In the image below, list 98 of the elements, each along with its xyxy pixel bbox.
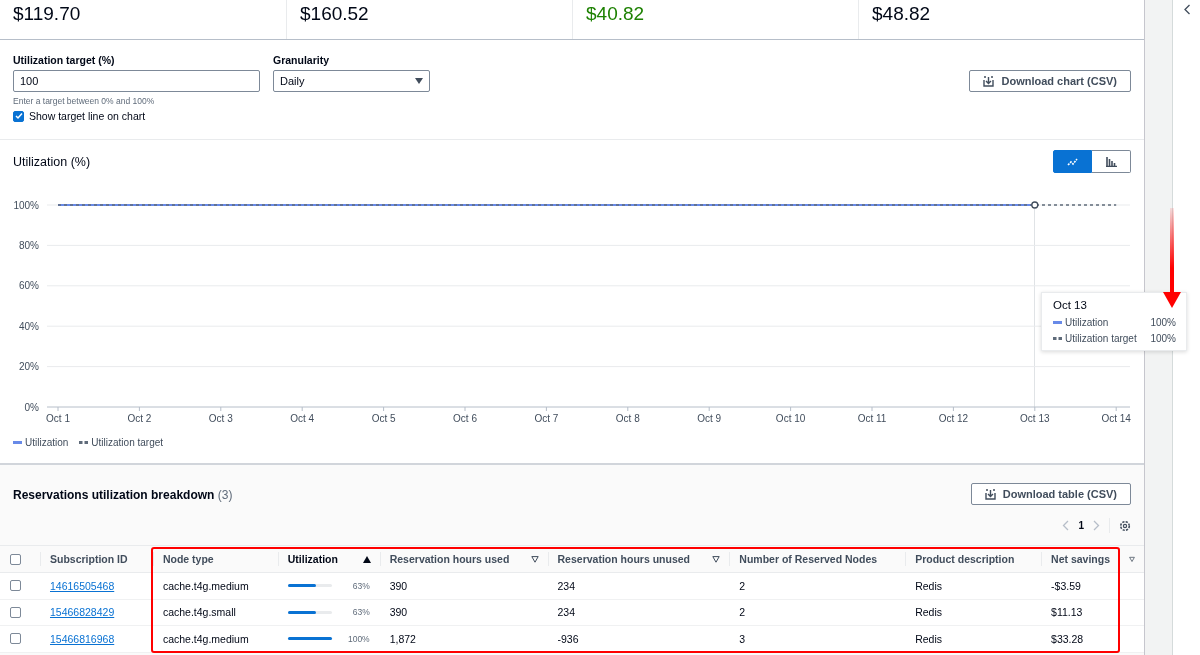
x-tick-label: Oct 9: [697, 413, 722, 424]
checkbox[interactable]: [10, 553, 21, 565]
collapse-panel-icon[interactable]: [1182, 4, 1191, 15]
table-cell: 1,872: [389, 632, 416, 645]
field-label: Utilization target (%): [13, 54, 116, 66]
x-tick-label: Oct 1: [46, 413, 70, 424]
y-tick-label: 20%: [19, 361, 39, 373]
summary-value: $40.82: [586, 3, 645, 24]
legend-label: Utilization target: [91, 437, 164, 448]
x-tick-label: Oct 6: [453, 413, 477, 424]
column-header: Number of Reserved Nodes: [739, 553, 878, 565]
y-tick-label: 80%: [19, 239, 39, 251]
y-tick-label: 0%: [24, 401, 39, 413]
settings-icon[interactable]: [1119, 519, 1131, 532]
hover-point-marker: [1031, 201, 1039, 209]
table-cell: 3: [739, 632, 746, 645]
checkbox[interactable]: [10, 633, 21, 645]
checkbox[interactable]: [10, 580, 21, 592]
table-cell: 234: [557, 579, 576, 592]
column-header: Reservation hours unused: [557, 553, 690, 565]
subscription-link[interactable]: 15466828429: [50, 606, 115, 619]
checkbox-label: Show target line on chart: [29, 110, 146, 122]
table-cell: 234: [557, 606, 576, 619]
legend-dashed-icon: [1053, 337, 1062, 340]
caret-icon: [415, 78, 423, 84]
table-cell: 2: [739, 606, 746, 619]
summary-value: $160.52: [300, 3, 369, 24]
sort-icon[interactable]: [530, 555, 539, 563]
line-chart-icon: [1067, 157, 1078, 166]
table-cell: 390: [389, 579, 408, 592]
x-tick-label: Oct 8: [615, 413, 640, 424]
field-hint: Enter a target between 0% and 100%: [13, 96, 156, 106]
table-cell: Redis: [915, 632, 943, 645]
legend-dashed-icon: [79, 441, 89, 444]
target-input[interactable]: 100: [13, 70, 260, 92]
column-header: Utilization: [287, 553, 338, 565]
x-tick-label: Oct 10: [775, 413, 806, 424]
download-table-button[interactable]: Download table (CSV): [970, 483, 1131, 505]
utilization-bar: [287, 637, 332, 641]
utilization-bar: [287, 610, 332, 614]
x-tick-label: Oct 5: [371, 413, 396, 424]
download-chart-button[interactable]: Download chart (CSV): [969, 70, 1131, 92]
page-number[interactable]: 1: [1078, 520, 1084, 531]
tooltip-label: Utilization target: [1065, 333, 1138, 344]
summary-value: $48.82: [872, 3, 931, 24]
x-tick-label: Oct 13: [1020, 413, 1050, 424]
table-cell: $11.13: [1051, 606, 1083, 619]
column-header: Node type: [162, 553, 214, 565]
download-icon: [983, 75, 995, 87]
download-icon: [984, 488, 996, 500]
utilization-percent: 63%: [352, 580, 370, 591]
line-view-toggle[interactable]: [1053, 150, 1092, 173]
summary-value: $119.70: [13, 3, 81, 24]
field-label: Granularity: [273, 54, 331, 66]
table-cell: -$3.59: [1051, 579, 1081, 592]
tooltip-value: 100%: [1150, 317, 1176, 328]
x-tick-label: Oct 3: [208, 413, 233, 424]
tooltip-label: Utilization: [1065, 317, 1110, 328]
column-header: Reservation hours used: [389, 553, 510, 565]
table-cell: 390: [389, 606, 408, 619]
utilization-percent: 100%: [347, 633, 370, 644]
bar-view-toggle[interactable]: [1092, 150, 1131, 173]
y-tick-label: 40%: [19, 320, 39, 332]
table-cell: cache.t4g.small: [162, 606, 236, 619]
table-cell: cache.t4g.medium: [162, 632, 249, 645]
tooltip-title: Oct 13: [1053, 299, 1088, 311]
x-tick-label: Oct 11: [857, 413, 887, 424]
checkbox[interactable]: [13, 110, 24, 122]
tooltip-value: 100%: [1150, 333, 1176, 344]
y-tick-label: 60%: [19, 280, 39, 292]
x-tick-label: Oct 4: [290, 413, 315, 424]
utilization-percent: 63%: [352, 607, 370, 618]
column-header: Subscription ID: [50, 553, 128, 565]
table-cell: $33.28: [1051, 632, 1084, 645]
legend-label: Utilization: [25, 437, 69, 448]
x-tick-label: Oct 14: [1101, 413, 1131, 424]
bar-chart-icon: [1105, 156, 1117, 167]
column-header: Product description: [915, 553, 1015, 565]
checkbox[interactable]: [10, 606, 21, 618]
sort-icon[interactable]: [1129, 555, 1135, 563]
column-header: Net savings: [1051, 553, 1110, 565]
x-tick-label: Oct 12: [938, 413, 969, 424]
granularity-select[interactable]: Daily: [273, 70, 430, 92]
table-cell: Redis: [915, 579, 943, 592]
table-cell: cache.t4g.medium: [162, 579, 249, 592]
subscription-link[interactable]: 14616505468: [50, 579, 115, 592]
table-cell: Redis: [915, 606, 943, 619]
section-title: Reservations utilization breakdown (3): [13, 488, 233, 504]
utilization-bar: [287, 584, 332, 588]
sort-ascending-icon[interactable]: [362, 555, 371, 563]
x-tick-label: Oct 7: [534, 413, 559, 424]
sort-icon[interactable]: [712, 555, 721, 563]
x-tick-label: Oct 2: [127, 413, 152, 424]
chart-title: Utilization (%): [13, 154, 91, 169]
table-cell: -936: [557, 632, 579, 645]
table-cell: 2: [739, 579, 746, 592]
y-tick-label: 100%: [13, 199, 39, 211]
subscription-link[interactable]: 15466816968: [50, 632, 115, 645]
